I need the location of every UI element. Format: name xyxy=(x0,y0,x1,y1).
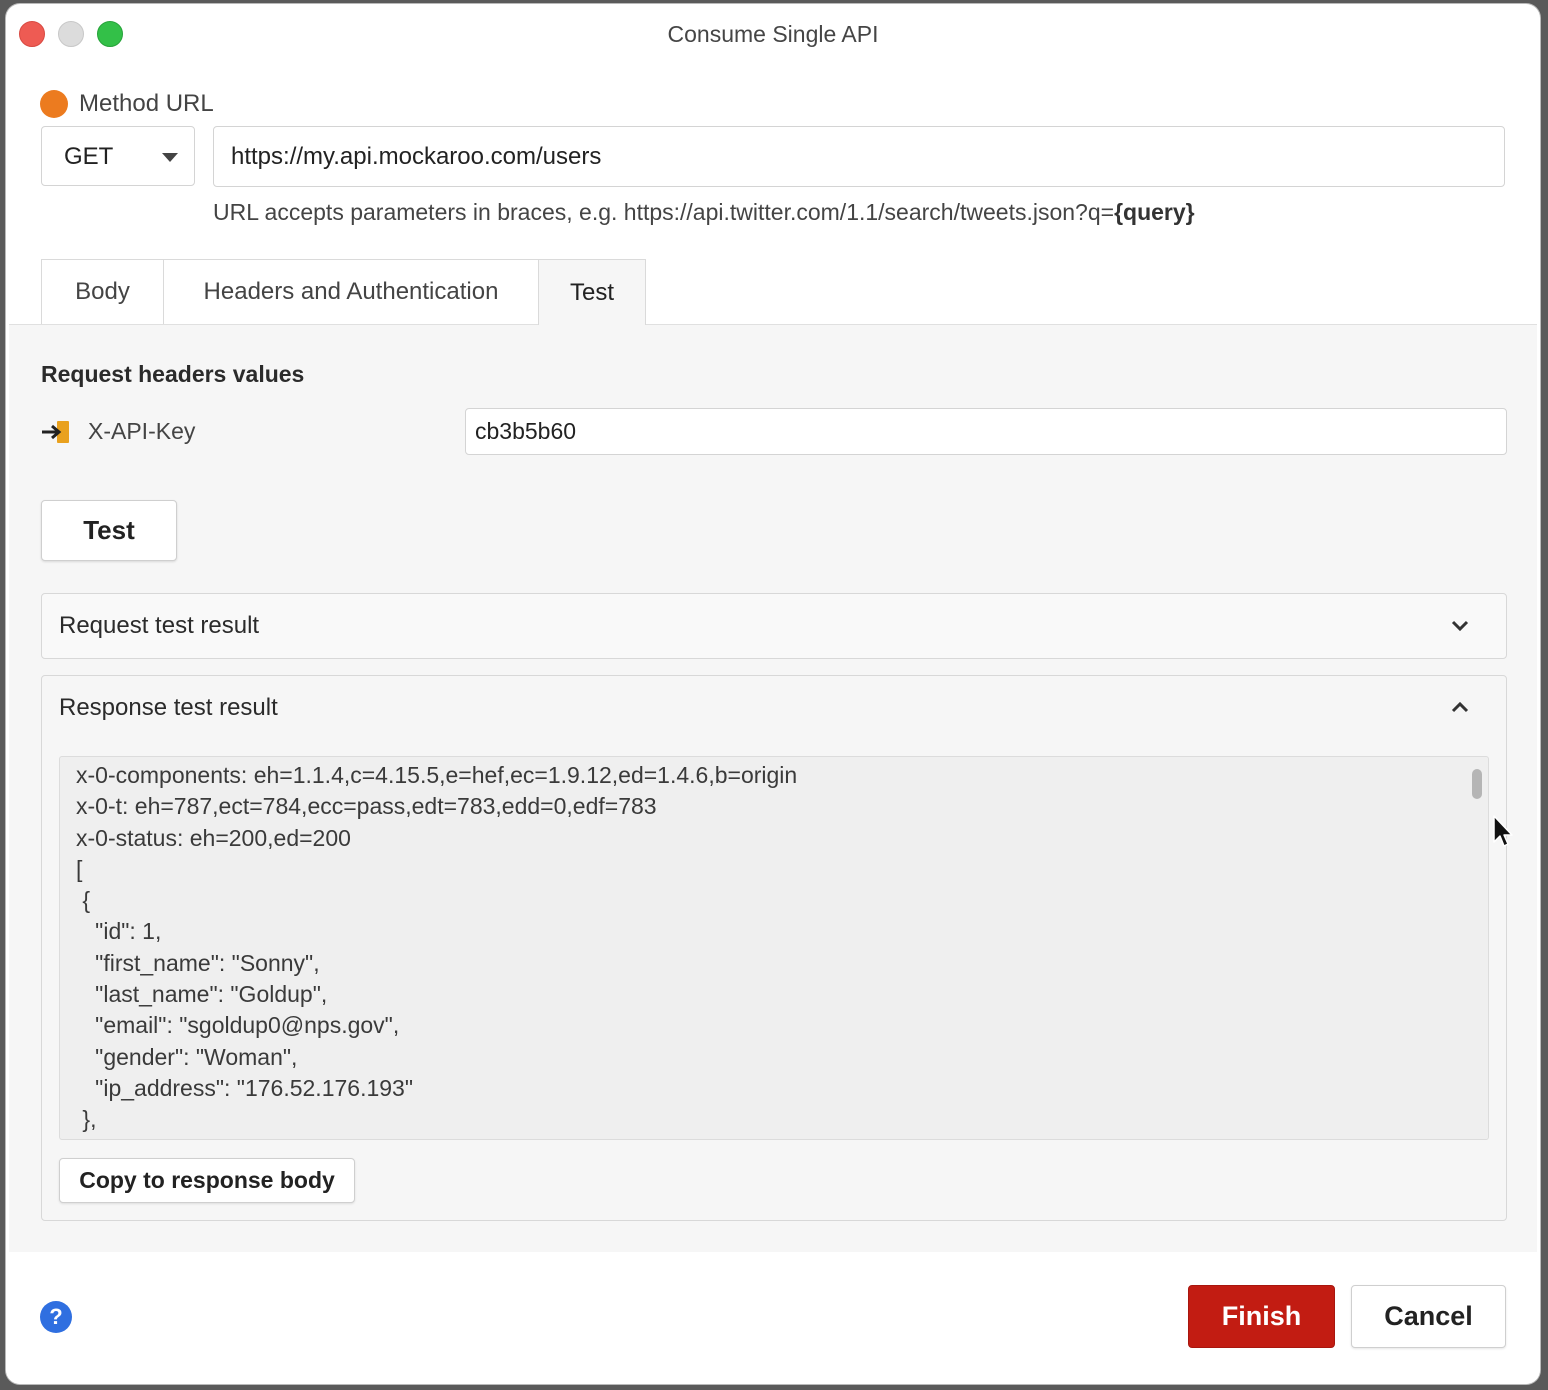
finish-button[interactable]: Finish xyxy=(1188,1285,1335,1348)
import-arrow-icon xyxy=(42,421,69,443)
response-line: "first_name": "Sonny", xyxy=(76,949,320,976)
request-test-result-accordion[interactable]: Request test result xyxy=(41,593,1507,659)
url-input[interactable] xyxy=(213,126,1505,187)
caret-down-icon xyxy=(162,153,178,162)
url-hint-param: {query} xyxy=(1114,199,1195,225)
header-row: X-API-Key xyxy=(41,407,1507,457)
response-test-result-accordion: Response test result x-0-components: eh=… xyxy=(41,675,1507,1221)
tab-bar: Body Headers and Authentication Test xyxy=(41,259,646,325)
response-line: "email": "sgoldup0@nps.gov", xyxy=(76,1012,400,1039)
response-line: x-0-status: eh=200,ed=200 xyxy=(76,824,351,851)
copy-to-response-body-button[interactable]: Copy to response body xyxy=(59,1158,355,1203)
response-line: { xyxy=(76,887,91,914)
response-output[interactable]: x-0-components: eh=1.1.4,c=4.15.5,e=hef,… xyxy=(59,756,1489,1140)
dialog-footer: ? Finish Cancel xyxy=(6,1252,1540,1384)
url-hint: URL accepts parameters in braces, e.g. h… xyxy=(213,199,1195,226)
url-hint-text: URL accepts parameters in braces, e.g. h… xyxy=(213,199,1115,225)
response-line: "id": 1, xyxy=(76,918,162,945)
request-test-result-title: Request test result xyxy=(59,612,260,639)
help-icon[interactable]: ? xyxy=(40,1301,72,1333)
response-test-result-title: Response test result xyxy=(59,694,278,721)
response-line: x-0-t: eh=787,ect=784,ecc=pass,edt=783,e… xyxy=(76,793,657,820)
response-line: "last_name": "Goldup", xyxy=(76,981,328,1008)
cancel-button[interactable]: Cancel xyxy=(1351,1285,1506,1348)
response-line: [ xyxy=(76,855,83,882)
scrollbar-thumb[interactable] xyxy=(1472,769,1482,799)
tab-headers-and-authentication[interactable]: Headers and Authentication xyxy=(163,259,539,324)
chevron-up-icon[interactable] xyxy=(1450,697,1470,717)
method-select-value: GET xyxy=(64,143,114,170)
title-bar: Consume Single API xyxy=(6,4,1540,62)
mouse-pointer-icon xyxy=(1493,815,1513,847)
window-title: Consume Single API xyxy=(667,21,879,47)
request-headers-title: Request headers values xyxy=(41,361,305,387)
header-value-input[interactable] xyxy=(465,408,1507,455)
method-select[interactable]: GET xyxy=(41,126,195,186)
response-line: "gender": "Woman", xyxy=(76,1043,298,1070)
response-lines: x-0-components: eh=1.1.4,c=4.15.5,e=hef,… xyxy=(76,760,797,1136)
response-line: x-0-components: eh=1.1.4,c=4.15.5,e=hef,… xyxy=(76,762,798,788)
header-name: X-API-Key xyxy=(88,418,196,444)
method-url-label: Method URL xyxy=(79,90,214,117)
chevron-down-icon[interactable] xyxy=(1450,616,1470,636)
test-panel: Request headers values X-API-Key Test Re… xyxy=(9,324,1537,1252)
consume-single-api-dialog: Consume Single API Method URL GET URL ac… xyxy=(6,4,1540,1384)
status-dot-icon xyxy=(40,90,68,118)
tab-body[interactable]: Body xyxy=(41,259,164,324)
response-line: "ip_address": "176.52.176.193" xyxy=(76,1074,414,1101)
test-button[interactable]: Test xyxy=(41,500,177,561)
tab-test[interactable]: Test xyxy=(538,259,646,325)
method-url-label-row: Method URL xyxy=(40,88,214,120)
response-line: }, xyxy=(76,1106,97,1133)
